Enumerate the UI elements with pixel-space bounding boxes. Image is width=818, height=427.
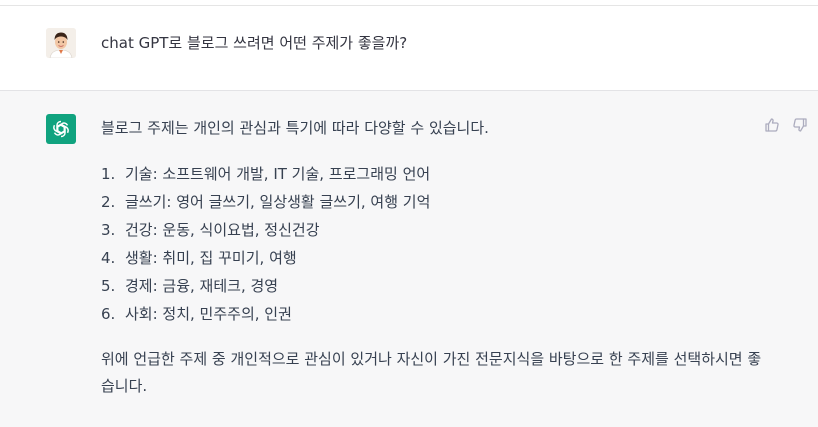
- list-number: 4.: [101, 249, 116, 267]
- list-text: 기술: 소프트웨어 개발, IT 기술, 프로그래밍 언어: [125, 165, 431, 183]
- list-number: 3.: [101, 221, 116, 239]
- list-item: 5. 경제: 금융, 재테크, 경영: [101, 276, 771, 304]
- list-item: 6. 사회: 정치, 민주주의, 인권: [101, 304, 771, 332]
- list-number: 2.: [101, 193, 116, 211]
- openai-logo-icon: [46, 114, 76, 144]
- list-item: 1. 기술: 소프트웨어 개발, IT 기술, 프로그래밍 언어: [101, 164, 771, 192]
- list-item: 2. 글쓰기: 영어 글쓰기, 일상생활 글쓰기, 여행 기억: [101, 192, 771, 220]
- thumbs-down-icon[interactable]: [792, 117, 808, 133]
- list-number: 5.: [101, 277, 116, 295]
- list-number: 6.: [101, 305, 116, 323]
- thumbs-up-icon[interactable]: [764, 117, 780, 133]
- user-message-text: chat GPT로 블로그 쓰려면 어떤 주제가 좋을까?: [101, 34, 408, 52]
- user-avatar: [46, 28, 76, 58]
- assistant-intro: 블로그 주제는 개인의 관심과 특기에 따라 다양할 수 있습니다.: [101, 119, 489, 137]
- assistant-message: 블로그 주제는 개인의 관심과 특기에 따라 다양할 수 있습니다. 1. 기술:…: [101, 118, 771, 400]
- assistant-message-row: 블로그 주제는 개인의 관심과 특기에 따라 다양할 수 있습니다. 1. 기술:…: [0, 91, 818, 427]
- list-text: 사회: 정치, 민주주의, 인권: [125, 305, 292, 323]
- list-number: 1.: [101, 165, 116, 183]
- list-text: 경제: 금융, 재테크, 경영: [125, 277, 279, 295]
- list-item: 4. 생활: 취미, 집 꾸미기, 여행: [101, 248, 771, 276]
- assistant-outro: 위에 언급한 주제 중 개인적으로 관심이 있거나 자신이 가진 전문지식을 바…: [101, 350, 762, 395]
- list-text: 생활: 취미, 집 꾸미기, 여행: [125, 249, 297, 267]
- list-text: 건강: 운동, 식이요법, 정신건강: [125, 221, 320, 239]
- user-message-row: chat GPT로 블로그 쓰려면 어떤 주제가 좋을까?: [0, 6, 818, 91]
- list-item: 3. 건강: 운동, 식이요법, 정신건강: [101, 220, 771, 248]
- topic-list: 1. 기술: 소프트웨어 개발, IT 기술, 프로그래밍 언어 2. 글쓰기: 영…: [101, 164, 771, 332]
- list-text: 글쓰기: 영어 글쓰기, 일상생활 글쓰기, 여행 기억: [125, 193, 431, 211]
